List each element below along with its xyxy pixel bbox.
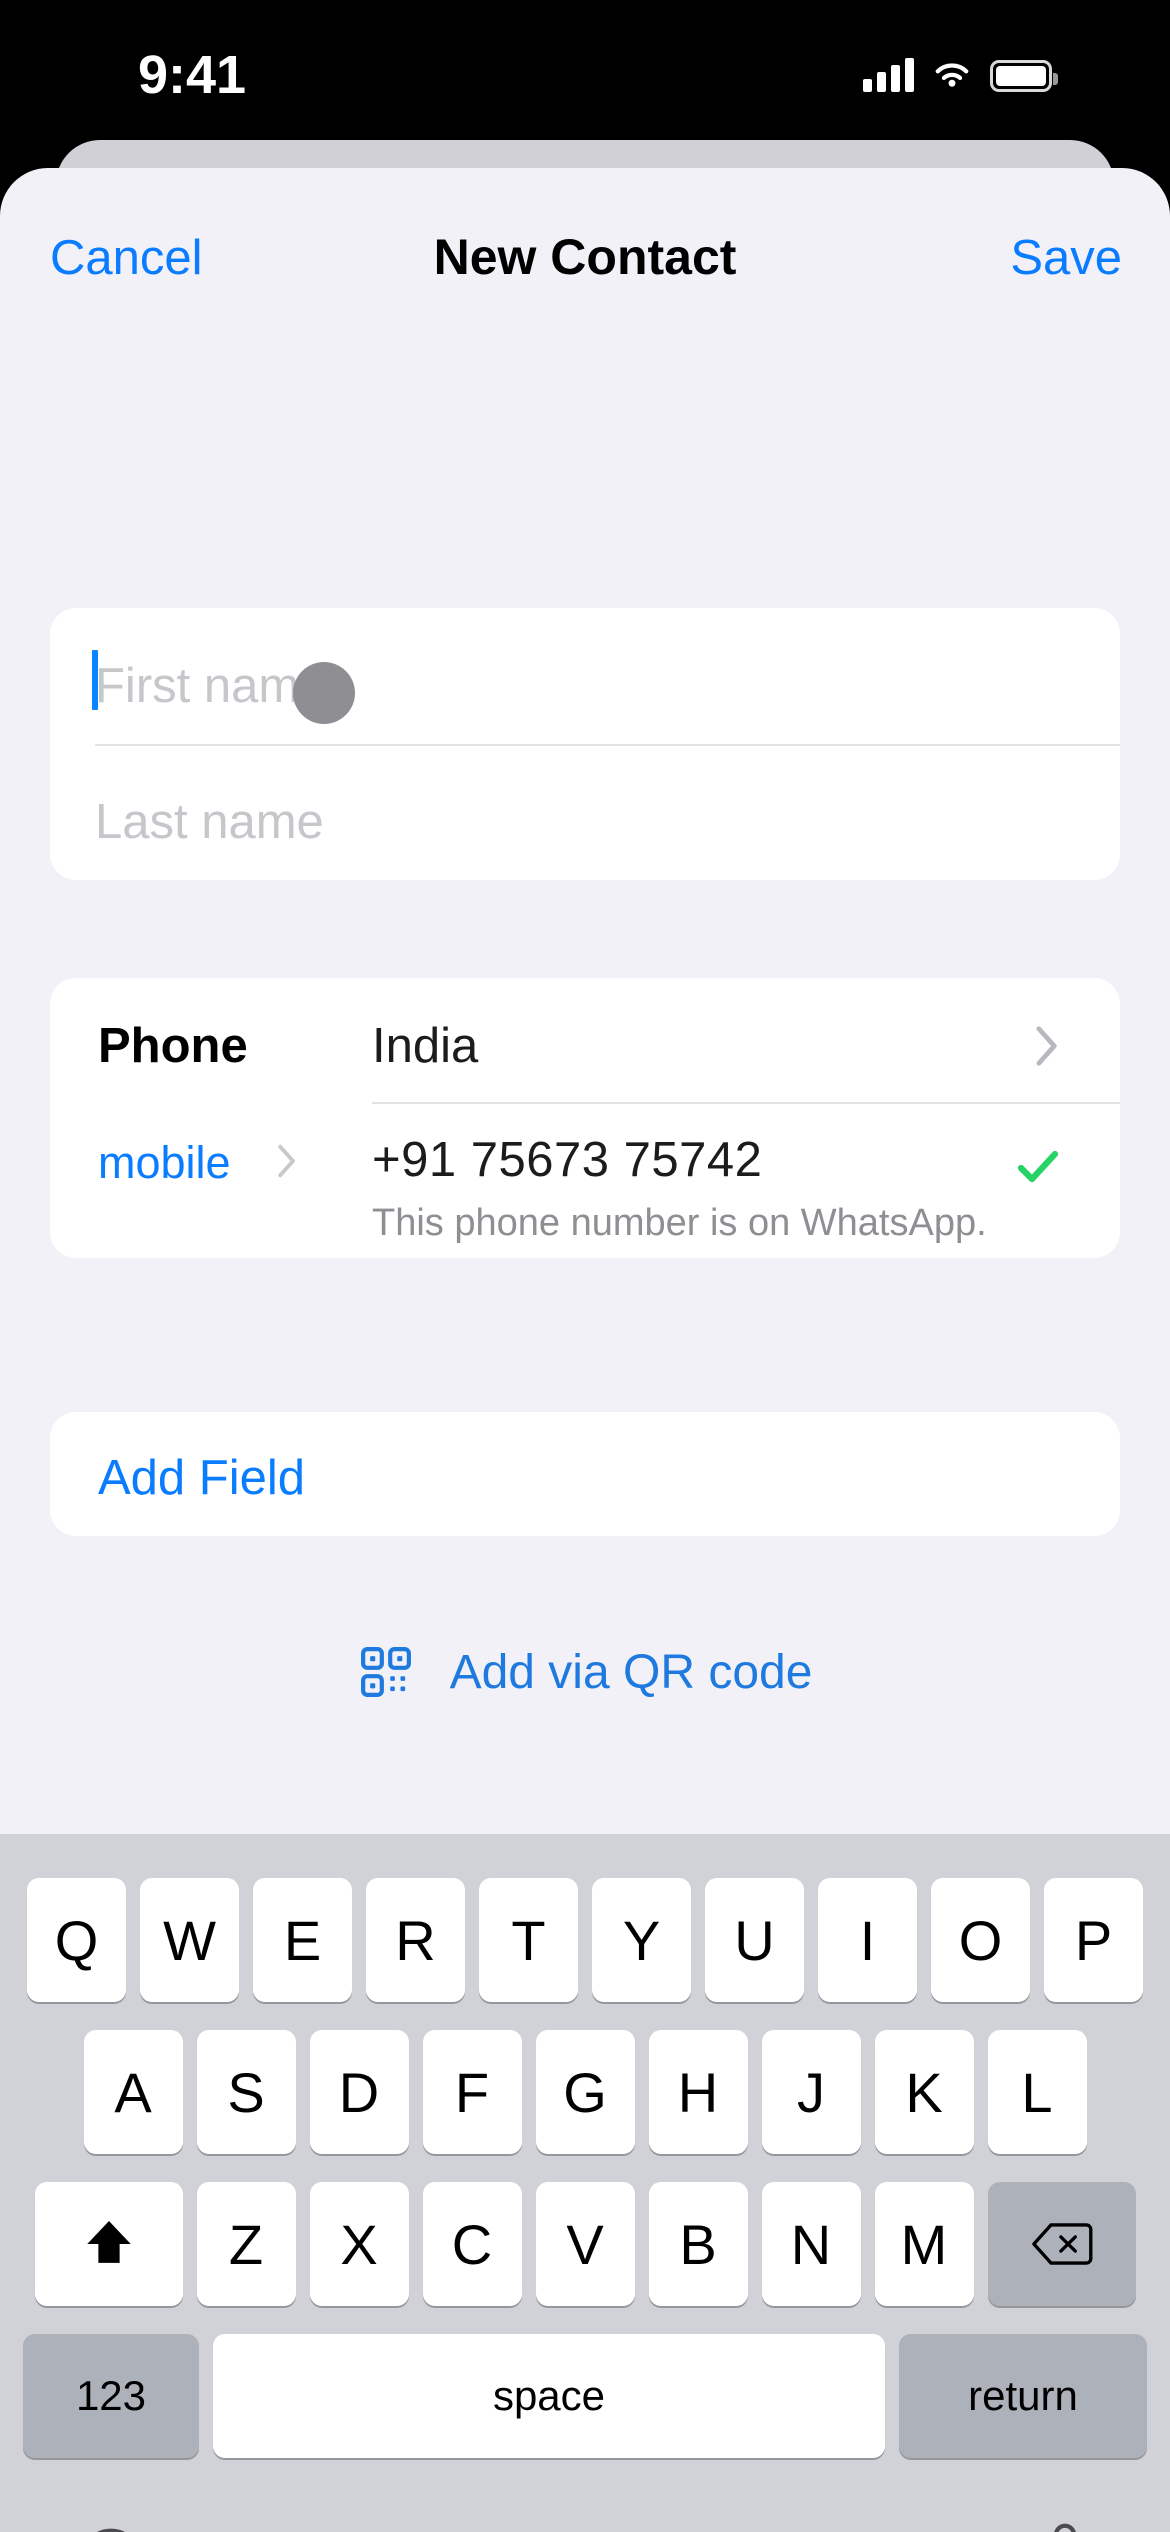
key-u[interactable]: U [705, 1878, 804, 2002]
add-field-button[interactable]: Add Field [98, 1450, 305, 1506]
phone-type-button[interactable]: mobile [98, 1137, 231, 1189]
phone-section-label: Phone [98, 1019, 248, 1073]
key-h[interactable]: H [648, 2030, 748, 2154]
emoji-smiley-icon[interactable] [78, 2526, 144, 2532]
key-g[interactable]: G [535, 2030, 635, 2154]
green-checkmark-icon [1017, 1150, 1059, 1183]
chevron-right-icon [1036, 1026, 1057, 1066]
phone-number-row[interactable]: mobile +91 75673 75742 This phone number… [50, 1102, 1120, 1258]
key-v[interactable]: V [535, 2182, 635, 2306]
microphone-icon[interactable] [1038, 2522, 1092, 2532]
backspace-key[interactable] [987, 2182, 1136, 2306]
key-y[interactable]: Y [592, 1878, 691, 2002]
key-t[interactable]: T [479, 1878, 578, 2002]
key-s[interactable]: S [196, 2030, 296, 2154]
keyboard-letters-row-3: ZXCVBNM [196, 2182, 974, 2306]
navigation-bar: Cancel New Contact Save [0, 168, 1170, 308]
key-j[interactable]: J [761, 2030, 861, 2154]
keyboard-bottom-bar [0, 2514, 1170, 2532]
keyboard-row-1: QWERTYUIOP [7, 1878, 1163, 2002]
touch-pointer-indicator [293, 662, 355, 724]
keyboard-row-2: ASDFGHJKL [66, 2030, 1104, 2154]
key-z[interactable]: Z [196, 2182, 296, 2306]
return-key[interactable]: return [899, 2334, 1147, 2458]
keyboard-row-4: 123 space return [7, 2334, 1163, 2458]
key-i[interactable]: I [818, 1878, 917, 2002]
cellular-bars-icon [863, 58, 914, 92]
new-contact-sheet: Cancel New Contact Save First name Last … [0, 168, 1170, 2532]
add-field-card[interactable]: Add Field [50, 1412, 1120, 1536]
numeric-key[interactable]: 123 [23, 2334, 199, 2458]
first-name-input[interactable]: First name [95, 658, 326, 714]
chevron-right-icon [278, 1144, 295, 1178]
status-bar-indicators [863, 52, 1058, 92]
key-e[interactable]: E [253, 1878, 352, 2002]
key-f[interactable]: F [422, 2030, 522, 2154]
key-r[interactable]: R [366, 1878, 465, 2002]
last-name-row[interactable]: Last name [50, 744, 1120, 880]
key-n[interactable]: N [761, 2182, 861, 2306]
add-via-qr-code-button[interactable]: Add via QR code [0, 1644, 1170, 1700]
phone-number-input[interactable]: +91 75673 75742 [372, 1132, 762, 1188]
save-button[interactable]: Save [1010, 230, 1122, 286]
key-q[interactable]: Q [27, 1878, 126, 2002]
on-screen-keyboard: QWERTYUIOP ASDFGHJKL ZXCVBNM 123 space r… [0, 1834, 1170, 2532]
battery-icon [990, 60, 1058, 92]
status-bar: 9:41 [0, 0, 1170, 150]
last-name-input[interactable]: Last name [95, 794, 324, 850]
shift-key[interactable] [34, 2182, 183, 2306]
wifi-icon [935, 63, 969, 87]
space-key[interactable]: space [213, 2334, 885, 2458]
phone-section-card: Phone India mobile +91 75673 75742 This … [50, 978, 1120, 1258]
key-c[interactable]: C [422, 2182, 522, 2306]
backspace-delete-icon [1031, 2223, 1092, 2265]
key-b[interactable]: B [648, 2182, 748, 2306]
whatsapp-note: This phone number is on WhatsApp. [372, 1202, 987, 1244]
first-name-row[interactable]: First name [50, 608, 1120, 746]
key-w[interactable]: W [140, 1878, 239, 2002]
key-x[interactable]: X [309, 2182, 409, 2306]
key-a[interactable]: A [83, 2030, 183, 2154]
key-p[interactable]: P [1044, 1878, 1143, 2002]
phone-country-row[interactable]: Phone India [50, 978, 1120, 1104]
shift-arrow-icon [86, 2221, 131, 2263]
page-title: New Contact [433, 229, 737, 285]
key-l[interactable]: L [987, 2030, 1087, 2154]
phone-country-value[interactable]: India [372, 1018, 478, 1074]
name-fields-card: First name Last name [50, 608, 1120, 880]
iphone-screen: 9:41 Cancel New Contact Save First name [0, 0, 1170, 2532]
key-d[interactable]: D [309, 2030, 409, 2154]
key-o[interactable]: O [931, 1878, 1030, 2002]
qr-code-icon [360, 1647, 411, 1697]
status-bar-time: 9:41 [138, 45, 247, 105]
add-via-qr-code-label: Add via QR code [449, 1645, 813, 1699]
key-k[interactable]: K [874, 2030, 974, 2154]
keyboard-row-3: ZXCVBNM [7, 2182, 1163, 2306]
key-m[interactable]: M [874, 2182, 974, 2306]
